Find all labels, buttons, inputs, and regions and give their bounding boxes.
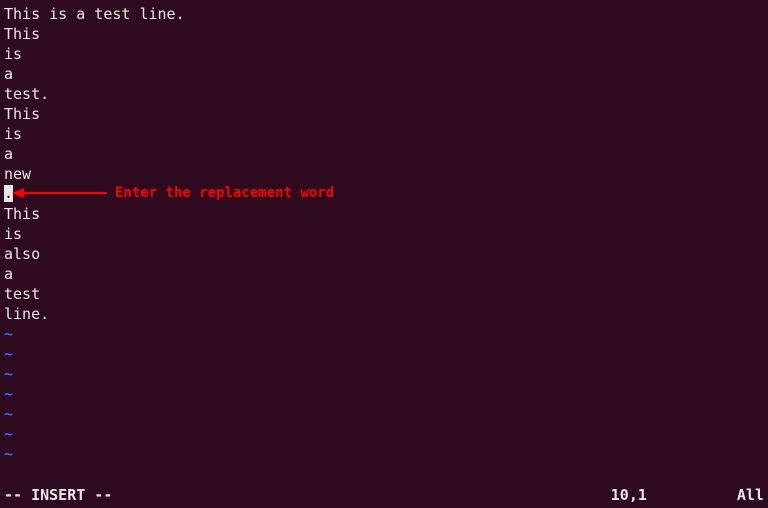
text-line: test. xyxy=(4,84,764,104)
text-line: a xyxy=(4,64,764,84)
tilde-line: ~ xyxy=(4,384,764,404)
text-line: line. xyxy=(4,304,764,324)
vim-editor-area[interactable]: This is a test line. This is a test. Thi… xyxy=(4,4,764,484)
tilde-line: ~ xyxy=(4,324,764,344)
tilde-line: ~ xyxy=(4,344,764,364)
text-line: is xyxy=(4,224,764,244)
text-line: is xyxy=(4,44,764,64)
tilde-line: ~ xyxy=(4,424,764,444)
cursor-icon: . xyxy=(4,185,13,202)
text-line: This is a test line. xyxy=(4,4,764,24)
text-line: a xyxy=(4,144,764,164)
text-line: This xyxy=(4,24,764,44)
status-scroll-position: All xyxy=(737,485,764,505)
text-line: test xyxy=(4,284,764,304)
tilde-line: ~ xyxy=(4,404,764,424)
text-line: a xyxy=(4,264,764,284)
status-cursor-position: 10,1 xyxy=(611,485,647,505)
text-line: This xyxy=(4,104,764,124)
text-line: new xyxy=(4,164,764,184)
vim-status-bar: -- INSERT -- 10,1 All xyxy=(4,485,764,505)
text-line: also xyxy=(4,244,764,264)
tilde-line: ~ xyxy=(4,364,764,384)
status-spacer xyxy=(112,485,610,505)
cursor-line: . xyxy=(4,184,764,204)
status-mode: -- INSERT -- xyxy=(4,485,112,505)
text-line: This xyxy=(4,204,764,224)
text-line: is xyxy=(4,124,764,144)
tilde-line: ~ xyxy=(4,444,764,464)
